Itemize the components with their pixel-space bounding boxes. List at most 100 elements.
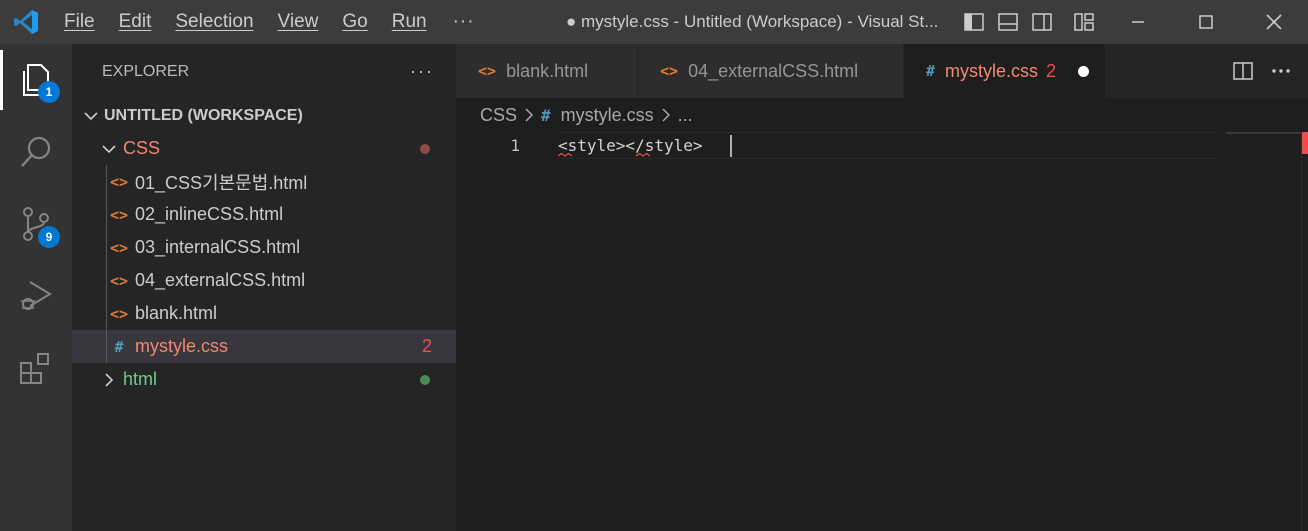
error-squiggle <box>558 153 572 157</box>
close-window-button[interactable] <box>1240 0 1308 44</box>
problem-count: 2 <box>421 336 432 356</box>
editor-more-button[interactable] <box>1262 44 1300 98</box>
indent-guide <box>106 297 107 330</box>
explorer-badge: 1 <box>38 81 60 103</box>
vscode-logo-icon <box>0 0 52 44</box>
file-item[interactable]: <> blank.html <box>72 297 456 330</box>
folder-css[interactable]: CSS <box>72 132 456 165</box>
explorer-header: EXPLORER ··· <box>72 44 456 99</box>
tab-mystyle-css[interactable]: # mystyle.css 2 <box>904 44 1106 98</box>
folder-html[interactable]: html <box>72 363 456 396</box>
indent-guide <box>106 198 107 231</box>
html-file-icon: <> <box>109 205 129 224</box>
chevron-right-icon <box>662 108 670 122</box>
menu-bar: File Edit Selection View Go Run ··· <box>52 0 489 44</box>
line-number: 1 <box>510 136 520 155</box>
menu-view[interactable]: View <box>266 0 331 44</box>
split-editor-icon <box>1233 62 1253 80</box>
tab-blank-html[interactable]: <> blank.html <box>456 44 638 98</box>
workspace-root[interactable]: UNTITLED (WORKSPACE) <box>72 99 456 132</box>
file-label: mystyle.css <box>135 336 229 356</box>
layout-controls <box>957 0 1101 44</box>
more-icon <box>1272 69 1290 73</box>
error-squiggle <box>636 153 650 157</box>
file-item[interactable]: <> 03_internalCSS.html <box>72 231 456 264</box>
activity-extensions[interactable] <box>0 332 72 404</box>
breadcrumb-folder[interactable]: CSS <box>480 105 517 126</box>
editor-actions <box>1224 44 1308 98</box>
minimap[interactable] <box>1226 132 1306 134</box>
title-bar: File Edit Selection View Go Run ··· ● my… <box>0 0 1308 44</box>
tab-label: mystyle.css <box>945 60 1039 81</box>
minimize-button[interactable] <box>1104 0 1172 44</box>
explorer-title: EXPLORER <box>102 62 190 80</box>
explorer-sidebar: EXPLORER ··· UNTITLED (WORKSPACE) CSS <>… <box>72 44 456 531</box>
tab-04-externalcss[interactable]: <> 04_externalCSS.html <box>638 44 904 98</box>
code-line[interactable]: <style></style> <box>558 132 703 159</box>
file-label: 01_CSS기본문법.html <box>135 172 308 193</box>
menu-selection[interactable]: Selection <box>163 0 265 44</box>
tab-label: 04_externalCSS.html <box>688 60 859 81</box>
code-editor[interactable]: 1 <style></style> <box>456 132 1308 531</box>
breadcrumb-more[interactable]: ... <box>678 105 693 126</box>
html-file-icon: <> <box>109 304 129 323</box>
close-icon <box>1266 14 1282 30</box>
minimize-icon <box>1132 21 1144 23</box>
indent-guide <box>106 165 107 198</box>
scrollbar-track[interactable] <box>1301 132 1302 531</box>
file-label: 02_inlineCSS.html <box>135 204 284 224</box>
css-file-icon: # <box>114 337 124 356</box>
menu-file[interactable]: File <box>52 0 107 44</box>
explorer-more-button[interactable]: ··· <box>410 61 434 82</box>
html-file-icon: <> <box>109 172 129 191</box>
file-item[interactable]: <> 04_externalCSS.html <box>72 264 456 297</box>
indent-guide <box>106 231 107 264</box>
file-item-selected[interactable]: # mystyle.css 2 <box>72 330 456 363</box>
chevron-right-icon <box>525 108 534 122</box>
file-item[interactable]: <> 02_inlineCSS.html <box>72 198 456 231</box>
window-controls <box>1104 0 1308 44</box>
customize-layout-icon[interactable] <box>1067 0 1101 44</box>
activity-source-control[interactable]: 9 <box>0 188 72 260</box>
chevron-down-icon <box>98 144 120 154</box>
folder-html-label: html <box>123 369 158 389</box>
extensions-icon <box>20 353 49 384</box>
breadcrumb-file[interactable]: mystyle.css <box>561 105 654 126</box>
toggle-primary-sidebar-icon[interactable] <box>957 0 991 44</box>
activity-search[interactable] <box>0 116 72 188</box>
menu-run[interactable]: Run <box>380 0 439 44</box>
file-label: blank.html <box>135 303 218 323</box>
toggle-panel-icon[interactable] <box>991 0 1025 44</box>
menu-go[interactable]: Go <box>330 0 379 44</box>
file-item[interactable]: <> 01_CSS기본문법.html <box>72 165 456 198</box>
html-file-icon: <> <box>109 271 129 290</box>
split-editor-button[interactable] <box>1224 44 1262 98</box>
activity-run-debug[interactable] <box>0 260 72 332</box>
text-cursor <box>730 135 732 157</box>
menu-edit[interactable]: Edit <box>107 0 164 44</box>
file-label: 03_internalCSS.html <box>135 237 301 257</box>
css-file-icon: # <box>541 105 551 125</box>
activity-explorer[interactable]: 1 <box>0 44 72 116</box>
chevron-down-icon <box>80 111 102 121</box>
maximize-button[interactable] <box>1172 0 1240 44</box>
indent-guide <box>106 330 107 363</box>
menu-more-button[interactable]: ··· <box>439 0 489 44</box>
toggle-secondary-sidebar-icon[interactable] <box>1025 0 1059 44</box>
html-file-icon: <> <box>109 238 129 257</box>
activity-bar: 1 9 <box>0 44 72 531</box>
indent-guide <box>106 264 107 297</box>
file-label: 04_externalCSS.html <box>135 270 306 290</box>
editor-tabs: <> blank.html <> 04_externalCSS.html # m… <box>456 44 1308 98</box>
error-scroll-marker <box>1302 132 1308 154</box>
folder-css-label: CSS <box>123 138 161 158</box>
modified-status-dot <box>420 143 430 154</box>
html-file-icon: <> <box>478 62 497 80</box>
tab-label: blank.html <box>506 60 589 81</box>
workspace-label: UNTITLED (WORKSPACE) <box>104 106 303 124</box>
unsaved-dot-icon[interactable] <box>1078 65 1090 77</box>
source-control-badge: 9 <box>38 226 60 248</box>
chevron-right-icon <box>98 372 120 387</box>
search-icon <box>21 136 51 167</box>
run-debug-icon <box>21 281 52 310</box>
